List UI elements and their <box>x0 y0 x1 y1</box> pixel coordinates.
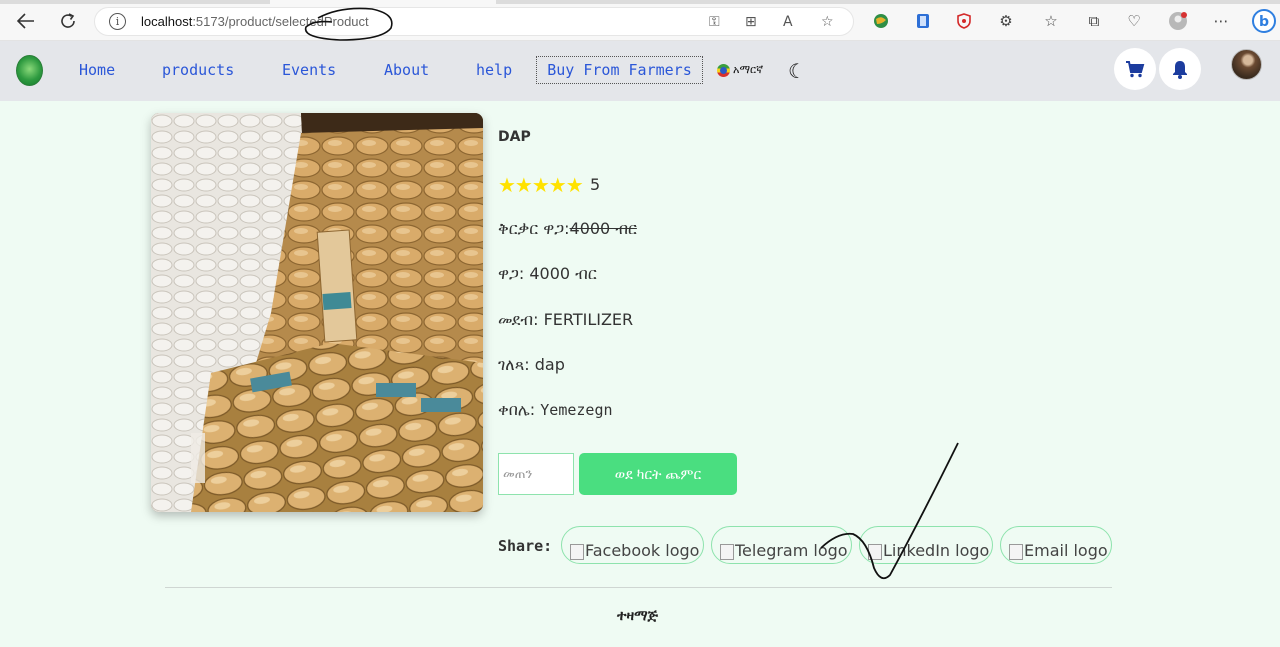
site-header: Home products Events About help Buy From… <box>0 41 1280 101</box>
moon-icon[interactable]: ☾ <box>788 59 806 83</box>
original-price-label: ቅርቃር ዋጋ: <box>498 219 570 238</box>
original-price-value: 4000 ብር <box>569 219 637 238</box>
category: መደብ: FERTILIZER <box>498 310 634 329</box>
description: ገለጻ: dap <box>498 355 565 374</box>
profile-icon[interactable] <box>1168 11 1188 31</box>
read-aloud-icon[interactable]: A <box>783 14 793 30</box>
cart-icon <box>1126 61 1145 78</box>
related-heading: ተዛማጅ <box>617 608 659 624</box>
broken-image-icon <box>570 544 584 560</box>
key-icon[interactable]: ⚿ <box>709 14 720 30</box>
svg-text:b: b <box>1259 14 1269 30</box>
share-telegram-button[interactable]: Telegram logo <box>711 526 852 564</box>
more-icon[interactable]: ⋯ <box>1211 11 1231 31</box>
favorites-icon[interactable]: ☆ <box>1041 11 1061 31</box>
facebook-logo-alt: Facebook logo <box>585 541 700 560</box>
rating-value: 5 <box>590 175 601 194</box>
back-arrow-icon[interactable] <box>15 10 37 32</box>
broken-image-icon <box>1009 544 1023 560</box>
extension-icon-globe[interactable] <box>871 11 891 31</box>
bell-icon <box>1173 60 1187 79</box>
refresh-icon[interactable] <box>57 10 79 32</box>
nav-events[interactable]: Events <box>282 61 336 79</box>
share-email-button[interactable]: Email logo <box>1000 526 1112 564</box>
share-linkedin-button[interactable]: LinkedIn logo <box>859 526 993 564</box>
quantity-input[interactable] <box>498 453 574 495</box>
active-tab-edge[interactable] <box>270 0 496 4</box>
nav-products[interactable]: products <box>162 61 234 79</box>
product-image <box>151 113 483 512</box>
nav-about[interactable]: About <box>384 61 429 79</box>
cart-button[interactable] <box>1114 48 1156 90</box>
share-facebook-button[interactable]: Facebook logo <box>561 526 704 564</box>
nav-help[interactable]: help <box>476 61 512 79</box>
footer-divider <box>165 587 1112 588</box>
seller: ቀበሌ: Yemezegn <box>498 400 613 420</box>
product-title: DAP <box>498 129 531 145</box>
browser-toolbar: i localhost:5173/product/selectedProduct… <box>0 0 1280 41</box>
grid-icon[interactable]: ⊞ <box>745 14 757 30</box>
language-switcher[interactable]: አማርኛ <box>717 63 763 77</box>
star-icon[interactable]: ☆ <box>821 14 834 30</box>
price: ዋጋ: 4000 ብር <box>498 264 597 283</box>
add-to-cart-button[interactable]: ወደ ካርት ጨምር <box>579 453 737 495</box>
tab-strip <box>0 0 1280 4</box>
notifications-button[interactable] <box>1159 48 1201 90</box>
email-logo-alt: Email logo <box>1024 541 1108 560</box>
seller-value: Yemezegn <box>540 401 613 419</box>
linkedin-logo-alt: LinkedIn logo <box>883 541 990 560</box>
extension-icon-doc[interactable] <box>913 11 933 31</box>
health-icon[interactable]: ♡ <box>1124 11 1144 31</box>
buy-from-farmers-button[interactable]: Buy From Farmers <box>536 56 703 84</box>
share-label: Share: <box>498 537 553 555</box>
broken-image-icon <box>720 544 734 560</box>
seller-label: ቀበሌ: <box>498 400 541 419</box>
bing-icon[interactable]: b <box>1252 9 1276 33</box>
user-avatar[interactable] <box>1231 49 1262 80</box>
collections-icon[interactable]: ⧉ <box>1084 11 1104 31</box>
star-rating: ★★★★★ <box>498 173 584 197</box>
info-icon[interactable]: i <box>109 13 126 30</box>
nav-home[interactable]: Home <box>79 61 115 79</box>
site-logo[interactable] <box>16 55 43 86</box>
language-label: አማርኛ <box>733 63 764 76</box>
broken-image-icon <box>868 544 882 560</box>
telegram-logo-alt: Telegram logo <box>735 541 848 560</box>
ethiopia-flag-icon <box>717 63 730 77</box>
original-price: ቅርቃር ዋጋ:4000 ብር <box>498 219 637 239</box>
address-bar[interactable]: i localhost:5173/product/selectedProduct… <box>94 7 854 36</box>
extension-icon-shield[interactable] <box>954 11 974 31</box>
extensions-puzzle-icon[interactable]: ⚙ <box>996 11 1016 31</box>
url-text[interactable]: localhost:5173/product/selectedProduct <box>141 14 369 29</box>
